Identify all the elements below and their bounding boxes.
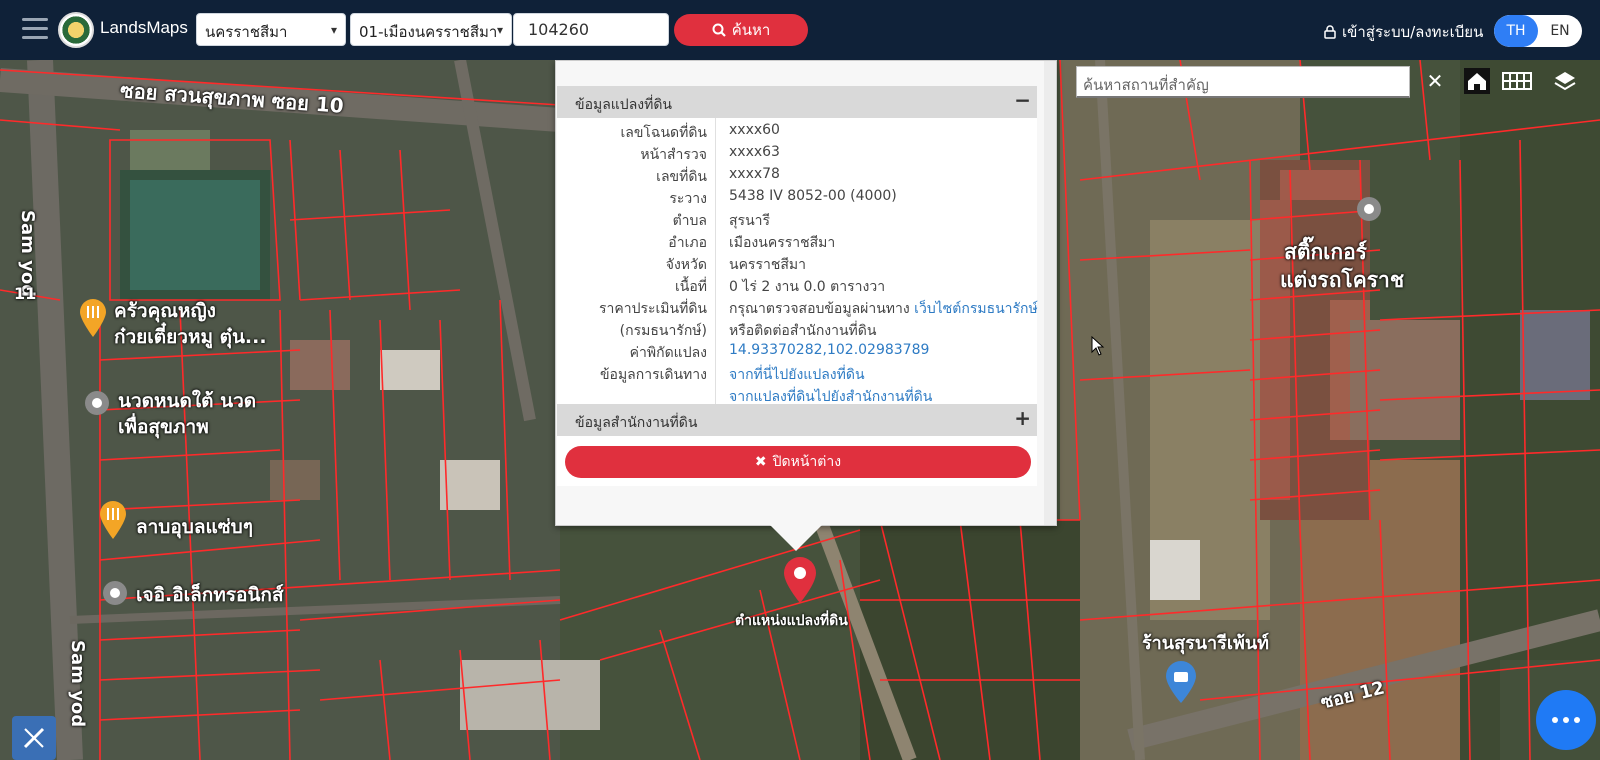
grid-icon[interactable] [1502,66,1532,96]
district-select[interactable]: 01-เมืองนครราชสีมา ▾ [350,13,512,46]
popup-scrollbar[interactable] [1044,61,1056,525]
login-link[interactable]: เข้าสู่ระบบ/ลงทะเบียน [1324,20,1483,44]
brand-name: LandsMaps [100,18,188,37]
shop-marker-icon[interactable] [1356,196,1382,226]
search-icon [712,23,726,37]
info-key: เลขที่ดิน [656,169,707,185]
info-row: จังหวัด นครราชสีมา [557,254,1037,276]
directions-to-parcel-link[interactable]: จากที่นี่ไปยังแปลงที่ดิน [729,364,865,386]
place-search-input[interactable]: ค้นหาสถานที่สำคัญ [1076,66,1410,98]
district-value: 01-เมืองนครราชสีมา [359,23,498,41]
parcel-info-popup: ข้อมูลแปลงที่ดิน − เลขโฉนดที่ดิน xxxx60 ห… [555,60,1057,526]
dot-icon [1574,717,1580,723]
info-key: อำเภอ [668,235,707,251]
parcel-location-label: ตำแหน่งแปลงที่ดิน [735,613,848,629]
store-marker-icon[interactable] [1164,660,1198,704]
info-row: เนื้อที่ 0 ไร่ 2 งาน 0.0 ตารางวา [557,276,1037,298]
search-button-label: ค้นหา [731,21,771,39]
province-select[interactable]: นครราชสีมา ▾ [196,13,346,46]
info-row-travel: ข้อมูลการเดินทาง จากที่นี่ไปยังแปลงที่ดิ… [557,364,1037,386]
shop-marker-icon[interactable] [102,580,128,610]
section-title-office: ข้อมูลสำนักงานที่ดิน [575,415,698,431]
info-value: xxxx63 [729,144,780,160]
poi-label-paint-shop[interactable]: ร้านสุรนารีเพ้นท์ [1142,628,1269,657]
info-row: ระวาง 5438 IV 8052-00 (4000) [557,188,1037,210]
info-row: ตำบล สุรนารี [557,210,1037,232]
info-key: เนื้อที่ [675,279,707,295]
info-key: หน้าสำรวจ [640,147,707,163]
ruler-pencil-icon [23,727,45,749]
info-row: เลขที่ดิน xxxx78 [557,166,1037,188]
info-key: เลขโฉนดที่ดิน [620,125,707,141]
info-value: xxxx60 [729,122,780,138]
dot-icon [1552,717,1558,723]
menu-icon[interactable] [22,18,48,40]
info-row-coords: ค่าพิกัดแปลง 14.93370282,102.02983789 [557,342,1037,364]
restaurant-marker-icon[interactable] [78,298,108,338]
mouse-cursor-icon [1091,336,1105,356]
info-key: ระวาง [669,191,707,207]
dot-icon [1563,717,1569,723]
poi-label-restaurant-2[interactable]: ก๋วยเตี๋ยวหมู ตุ๋น... [114,322,267,352]
info-row: หน้าสำรวจ xxxx63 [557,144,1037,166]
info-key: (กรมธนารักษ์) [619,323,707,339]
info-key: จังหวัด [665,257,707,273]
info-key: ข้อมูลการเดินทาง [599,367,707,383]
chevron-down-icon: ▾ [330,23,337,37]
info-key: ราคาประเมินที่ดิน [598,301,707,317]
info-key: ตำบล [672,213,707,229]
info-value: สุรนารี [729,213,771,229]
layers-icon[interactable] [1550,66,1580,96]
login-label: เข้าสู่ระบบ/ลงทะเบียน [1342,23,1484,41]
collapse-icon[interactable]: − [1014,88,1031,112]
spa-marker-icon[interactable] [84,390,110,420]
close-icon: ✖ [754,454,767,470]
section-title-parcel: ข้อมูลแปลงที่ดิน [575,97,673,113]
landsmaps-logo [58,12,94,48]
province-value: นครราชสีมา [205,23,288,41]
close-window-button[interactable]: ✖ ปิดหน้าต่าง [565,446,1031,478]
info-row-price: ราคาประเมินที่ดิน กรุณาตรวจสอบข้อมูลผ่าน… [557,298,1038,320]
popup-pointer [770,525,822,551]
parcel-number-input[interactable]: 104260 [513,13,669,46]
info-row-price-2: (กรมธนารักษ์) หรือติดต่อสำนักงานที่ดิน [557,320,1037,342]
expand-icon[interactable]: + [1014,406,1031,430]
info-value: นครราชสีมา [729,257,806,273]
poi-label-laab[interactable]: ลาบอุบลแซ่บๆ [136,512,253,542]
street-label-11: 11 [14,284,37,303]
info-key: ค่าพิกัดแปลง [629,345,707,361]
lock-icon [1324,25,1336,39]
info-value: xxxx78 [729,166,780,182]
street-label-sam-yod-bottom: Sam yod [67,640,88,728]
lang-en-button[interactable]: EN [1538,15,1582,47]
info-row: เลขโฉนดที่ดิน xxxx60 [557,122,1037,144]
close-window-label: ปิดหน้าต่าง [772,454,842,470]
info-row: อำเภอ เมืองนครราชสีมา [557,232,1037,254]
coordinates-link[interactable]: 14.93370282,102.02983789 [729,342,929,358]
section-header-parcel[interactable]: ข้อมูลแปลงที่ดิน − [557,86,1037,118]
poi-label-massage-2[interactable]: เพื่อสุขภาพ [118,412,209,442]
parcel-location-pin-icon[interactable] [782,556,818,604]
price-text: กรุณาตรวจสอบข้อมูลผ่านทาง [729,301,910,317]
language-toggle: TH EN [1494,15,1582,47]
info-value: 0 ไร่ 2 งาน 0.0 ตารางวา [729,279,886,295]
close-icon[interactable]: ✕ [1420,66,1450,96]
poi-label-sticker-2[interactable]: แต่งรถโคราช [1280,264,1404,297]
section-header-office[interactable]: ข้อมูลสำนักงานที่ดิน + [557,404,1037,436]
info-value: เมืองนครราชสีมา [729,235,836,251]
home-icon[interactable] [1462,66,1492,96]
measure-tool-button[interactable] [12,716,56,760]
lang-th-button[interactable]: TH [1494,15,1538,47]
parcel-info-table: เลขโฉนดที่ดิน xxxx60 หน้าสำรวจ xxxx63 เลขท… [557,118,1038,405]
poi-label-electronics[interactable]: เจอิ.อิเล็กทรอนิกส์ [136,580,284,610]
info-value: กรุณาตรวจสอบข้อมูลผ่านทาง เว็บไซต์กรมธนา… [729,298,1038,320]
info-value: 5438 IV 8052-00 (4000) [729,188,897,204]
search-button[interactable]: ค้นหา [674,14,808,46]
info-value: หรือติดต่อสำนักงานที่ดิน [729,323,877,339]
restaurant-marker-icon[interactable] [98,500,128,540]
chat-button[interactable] [1536,690,1596,750]
chevron-down-icon: ▾ [496,23,503,37]
top-navbar: LandsMaps นครราชสีมา ▾ 01-เมืองนครราชสีม… [0,0,1600,60]
treasury-website-link[interactable]: เว็บไซต์กรมธนารักษ์ [914,301,1038,317]
